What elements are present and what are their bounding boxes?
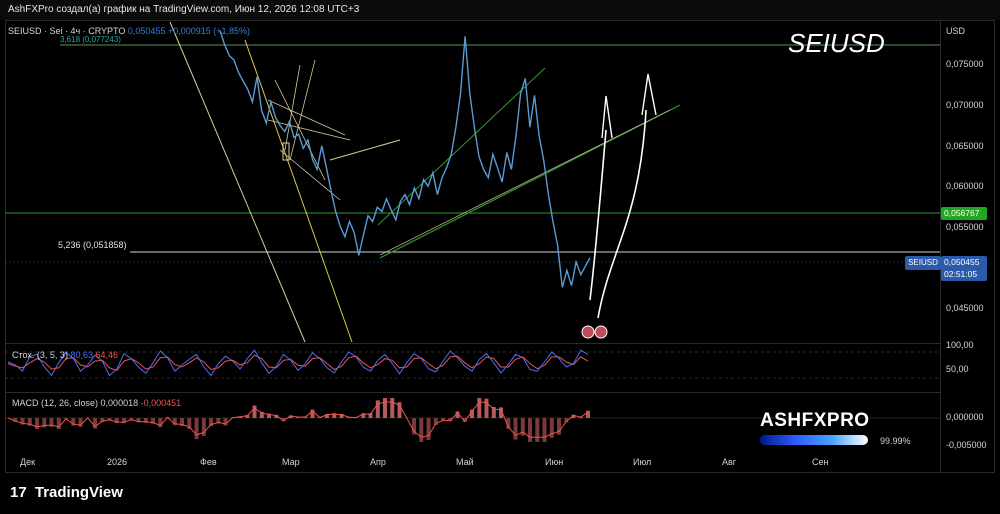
macd-axis-neg: -0,005000 (946, 440, 987, 450)
macd-bar (528, 418, 532, 442)
stoch-k-value: 80,63 (70, 350, 93, 360)
event-icon-1[interactable] (581, 325, 595, 339)
stoch-axis-100: 100,00 (946, 340, 974, 350)
fan-line-1 (267, 119, 351, 141)
macd-bar (535, 418, 540, 442)
brand-progress-bar (760, 435, 868, 445)
x-label-jun: Июн (545, 457, 564, 467)
y-label-0045: 0,045000 (946, 303, 984, 313)
macd-bar (586, 410, 590, 418)
fan-line-7 (329, 139, 401, 161)
price-tag: 0,050455 02:51:05 (941, 256, 987, 281)
macd-bar (477, 398, 482, 418)
projection-arrow-1 (589, 129, 607, 301)
x-label-aug: Авг (722, 457, 737, 467)
stoch-legend[interactable]: Стох. (3, 5, 3) 80,63 64,46 (12, 350, 118, 360)
y-label-0070: 0,070000 (946, 100, 984, 110)
macd-bar (383, 398, 387, 418)
macd-axis-zero: 0,000000 (946, 412, 984, 422)
y-label-0065: 0,065000 (946, 141, 984, 151)
symbol-header[interactable]: SEIUSD · Sei · 4ч · CRYPTO 0,050455 +0,0… (8, 26, 250, 36)
projection-arrow-1-head (601, 95, 613, 139)
y-label-0055: 0,055000 (946, 222, 984, 232)
macd-bar (426, 418, 431, 440)
macd-bar (484, 398, 489, 418)
green-line-price-tag: 0,056767 (941, 207, 987, 220)
x-label-feb: Фев (200, 457, 217, 467)
macd-hist-value: 0,000018 (100, 398, 139, 408)
x-label-jul: Июл (633, 457, 652, 467)
price-series-line (219, 30, 591, 288)
macd-legend[interactable]: MACD (12, 26, close) 0,000018 -0,000451 (12, 398, 181, 408)
channel-upper-line (377, 67, 546, 226)
macd-signal-value: -0,000451 (140, 398, 182, 408)
price-tag-value: 0,050455 (944, 257, 980, 267)
macd-bar (194, 418, 199, 440)
stoch-d-value: 64,46 (95, 350, 119, 360)
event-icon-2[interactable] (594, 325, 608, 339)
stoch-name: Стох. (3, 5, 3) (12, 350, 68, 360)
macd-bar (252, 405, 257, 418)
y-label-0060: 0,060000 (946, 181, 984, 191)
price-tag-symbol: SEIUSD (905, 256, 941, 270)
tradingview-name: TradingView (34, 484, 123, 501)
price-countdown: 02:51:05 (944, 269, 978, 279)
brand-watermark: ASHFXPRO (760, 410, 870, 431)
brand-progress-percent: 99.99% (880, 436, 911, 446)
chart-title-overlay: SEIUSD (788, 28, 885, 58)
macd-bar (513, 418, 518, 440)
y-label-0075: 0,075000 (946, 59, 984, 69)
price-axis[interactable] (940, 20, 996, 473)
panel-separator-2 (5, 392, 940, 393)
x-label-2026: 2026 (107, 457, 128, 467)
x-label-dec: Дек (20, 457, 36, 467)
symbol-price: 0,050455 (127, 26, 166, 36)
symbol-change: +0,000915 (+1,85%) (167, 26, 251, 36)
stoch-axis-50: 50,00 (946, 364, 969, 374)
macd-bar (419, 418, 424, 442)
macd-name: MACD (12, 26, close) (12, 398, 99, 408)
macd-bar (390, 398, 395, 418)
tradingview-logo-icon: 17 (10, 484, 27, 501)
fib-label-low: 5,236 (0,051858) (58, 240, 127, 250)
projection-arrow-2-head (641, 73, 657, 116)
fan-line-4 (284, 64, 301, 151)
panel-separator-1 (5, 343, 940, 344)
currency-label[interactable]: USD (946, 26, 965, 36)
macd-bar (56, 418, 61, 429)
trend-line-yellow (244, 39, 353, 343)
fib-label-high: 3,618 (0,077243) (60, 35, 121, 44)
x-label-apr: Апр (370, 457, 386, 467)
x-label-mar: Мар (282, 457, 300, 467)
x-label-sep: Сен (812, 457, 829, 467)
macd-bar (542, 418, 547, 442)
tradingview-footer[interactable]: 17 TradingView (10, 484, 123, 501)
macd-bar (35, 418, 39, 429)
x-label-may: Май (456, 457, 474, 467)
